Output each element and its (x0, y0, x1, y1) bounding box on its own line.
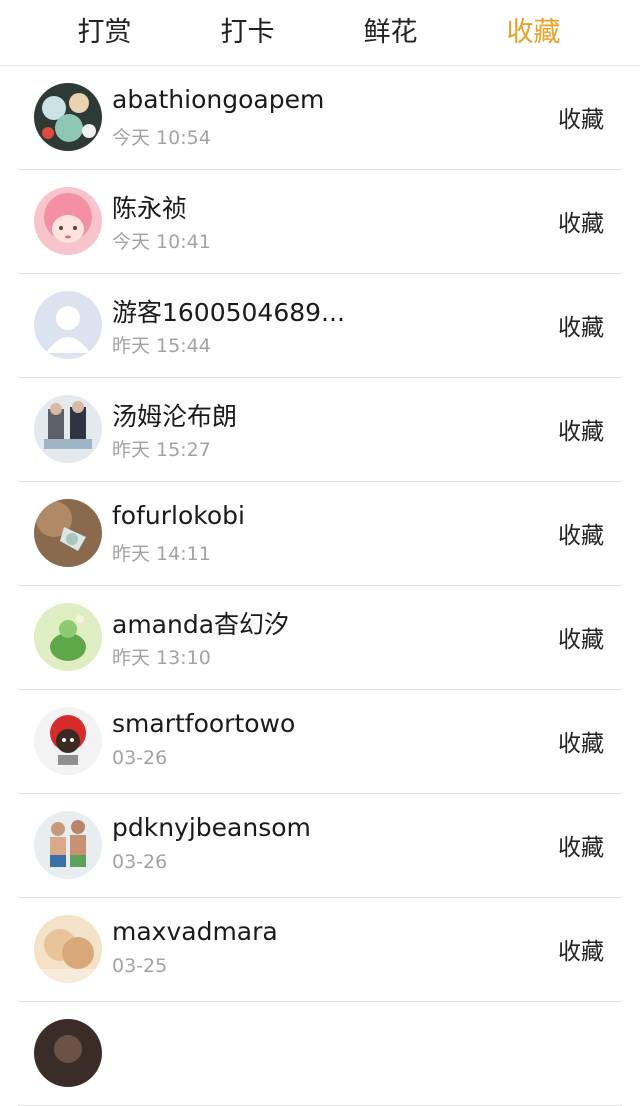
timestamp: 今天 10:41 (112, 231, 211, 253)
user-name: abathiongoapem (112, 85, 325, 114)
user-name: amanda杳幻汐 (112, 610, 290, 639)
avatar[interactable] (34, 707, 102, 775)
timestamp: 今天 10:54 (112, 127, 211, 149)
favorite-label[interactable]: 收藏 (558, 100, 604, 134)
tab-checkin[interactable]: 打卡 (176, 0, 319, 66)
list-item[interactable]: 汤姆沦布朗 昨天 15:27 收藏 (18, 378, 622, 482)
user-name: pdknyjbeansom (112, 813, 311, 842)
favorite-label[interactable]: 收藏 (558, 620, 604, 654)
avatar[interactable] (34, 811, 102, 879)
user-name: fofurlokobi (112, 501, 245, 530)
timestamp: 03-26 (112, 747, 168, 769)
list-item[interactable]: 陈永祯 今天 10:41 收藏 (18, 170, 622, 274)
favorite-label[interactable]: 收藏 (558, 412, 604, 446)
favorite-label[interactable]: 收藏 (558, 204, 604, 238)
user-name: smartfoortowo (112, 709, 296, 738)
favorite-label[interactable]: 收藏 (558, 516, 604, 550)
avatar[interactable] (34, 499, 102, 567)
tab-reward[interactable]: 打赏 (33, 0, 176, 66)
timestamp: 03-25 (112, 955, 168, 977)
avatar[interactable] (34, 1019, 102, 1087)
user-name: 陈永祯 (112, 194, 188, 223)
user-name: 汤姆沦布朗 (112, 402, 238, 431)
avatar[interactable] (34, 83, 102, 151)
timestamp: 昨天 15:27 (112, 439, 211, 461)
timestamp: 03-26 (112, 851, 168, 873)
avatar[interactable] (34, 603, 102, 671)
user-name: 游客1600504689... (112, 298, 345, 327)
favorite-label[interactable]: 收藏 (558, 932, 604, 966)
timestamp: 昨天 13:10 (112, 647, 211, 669)
favorites-list: abathiongoapem 今天 10:54 收藏 陈永祯 今天 10:41 … (0, 66, 640, 1106)
avatar[interactable] (34, 291, 102, 359)
avatar[interactable] (34, 187, 102, 255)
tab-flowers[interactable]: 鲜花 (319, 0, 462, 66)
list-item[interactable]: 游客1600504689... 昨天 15:44 收藏 (18, 274, 622, 378)
user-name: maxvadmara (112, 917, 278, 946)
tab-bar: 打赏 打卡 鲜花 收藏 (0, 0, 640, 66)
favorite-label[interactable]: 收藏 (558, 828, 604, 862)
list-item[interactable]: smartfoortowo 03-26 收藏 (18, 690, 622, 794)
timestamp: 昨天 14:11 (112, 543, 211, 565)
list-item[interactable]: pdknyjbeansom 03-26 收藏 (18, 794, 622, 898)
avatar[interactable] (34, 915, 102, 983)
favorite-label[interactable]: 收藏 (558, 724, 604, 758)
list-item[interactable]: abathiongoapem 今天 10:54 收藏 (18, 66, 622, 170)
tab-favorites[interactable]: 收藏 (462, 0, 605, 66)
favorite-label[interactable]: 收藏 (558, 308, 604, 342)
list-item[interactable]: maxvadmara 03-25 收藏 (18, 898, 622, 1002)
list-item-partial[interactable] (18, 1002, 622, 1106)
avatar[interactable] (34, 395, 102, 463)
timestamp: 昨天 15:44 (112, 335, 211, 357)
list-item[interactable]: fofurlokobi 昨天 14:11 收藏 (18, 482, 622, 586)
list-item[interactable]: amanda杳幻汐 昨天 13:10 收藏 (18, 586, 622, 690)
